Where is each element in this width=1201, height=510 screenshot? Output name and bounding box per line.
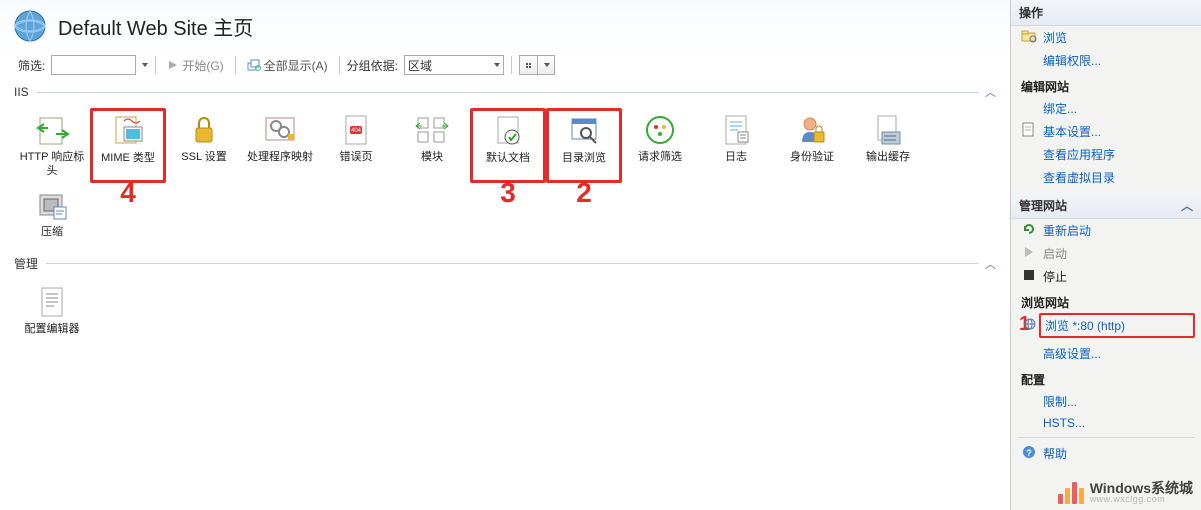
action-browse-80[interactable]: 1 浏览 *:80 (http)	[1039, 313, 1195, 338]
compression-icon	[34, 187, 70, 223]
config-editor-item[interactable]: 配置编辑器	[14, 280, 90, 341]
action-hsts[interactable]: HSTS...	[1011, 413, 1201, 433]
log-icon	[718, 112, 754, 148]
cache-icon	[870, 112, 906, 148]
restart-icon	[1021, 221, 1037, 237]
default-document-item[interactable]: 默认文档 3	[470, 108, 546, 183]
annotation-4: 4	[120, 177, 136, 209]
action-view-vdirs[interactable]: 查看虚拟目录	[1011, 166, 1201, 189]
action-view-apps[interactable]: 查看应用程序	[1011, 143, 1201, 166]
error-pages-item[interactable]: 404 错误页	[318, 108, 394, 183]
action-limits[interactable]: 限制...	[1011, 390, 1201, 413]
authentication-item[interactable]: 身份验证	[774, 108, 850, 183]
chevron-up-icon[interactable]: ︿	[1181, 197, 1193, 214]
group-by-select[interactable]: 区域	[404, 55, 504, 75]
view-dropdown-icon[interactable]	[538, 56, 555, 74]
dir-browse-icon	[566, 113, 602, 149]
play-icon	[1021, 244, 1037, 260]
modules-icon	[414, 112, 450, 148]
action-help[interactable]: ? 帮助	[1011, 442, 1201, 465]
folder-open-icon	[1021, 28, 1037, 44]
default-doc-icon	[490, 113, 526, 149]
toolbar: 筛选: 开始(G) 全部显示(A) 分组依据: 区域	[0, 52, 1010, 80]
side-title-config: 配置	[1011, 365, 1201, 390]
http-response-headers-item[interactable]: HTTP 响应标头	[14, 108, 90, 183]
collapse-icon[interactable]: ︿	[985, 256, 996, 272]
annotation-3: 3	[500, 177, 516, 209]
globe-icon	[12, 8, 48, 44]
actions-panel: 操作 浏览 编辑权限... 编辑网站 绑定... 基本设置... 查看应用程序 …	[1010, 0, 1201, 510]
config-editor-icon	[34, 284, 70, 320]
side-title-edit-site: 编辑网站	[1011, 72, 1201, 97]
group-by-label: 分组依据:	[347, 57, 400, 74]
stop-icon	[1021, 267, 1037, 283]
directory-browsing-item[interactable]: 目录浏览 2	[546, 108, 622, 183]
mime-types-item[interactable]: MIME 类型 4	[90, 108, 166, 183]
action-stop[interactable]: 停止	[1011, 265, 1201, 288]
show-all-button[interactable]: 全部显示(A)	[243, 55, 332, 75]
error-icon: 404	[338, 112, 374, 148]
main-content-panel: Default Web Site 主页 筛选: 开始(G) 全部显示(A) 分组…	[0, 0, 1010, 510]
side-title-browse-site: 浏览网站	[1011, 288, 1201, 313]
watermark-logo-icon	[1058, 482, 1084, 504]
filter-icon	[642, 112, 678, 148]
browse-icon	[1023, 317, 1037, 334]
view-toggle[interactable]	[519, 55, 555, 75]
watermark: Windows系统城 www.wxclgg.com	[1058, 481, 1193, 504]
action-basic-settings[interactable]: 基本设置...	[1011, 120, 1201, 143]
filter-input[interactable]	[51, 55, 136, 75]
action-start[interactable]: 启动	[1011, 242, 1201, 265]
filter-label: 筛选:	[18, 57, 47, 74]
logging-item[interactable]: 日志	[698, 108, 774, 183]
auth-icon	[794, 112, 830, 148]
filter-dropdown-icon[interactable]	[142, 63, 148, 67]
http-headers-icon	[34, 112, 70, 148]
page-title: Default Web Site 主页	[58, 12, 253, 41]
annotation-2: 2	[576, 177, 592, 209]
action-explore[interactable]: 浏览	[1011, 26, 1201, 49]
go-icon	[167, 59, 179, 71]
iis-section: IIS ︿ HTTP 响应标头 MIME 类型 4	[0, 80, 1010, 251]
iis-icons-grid: HTTP 响应标头 MIME 类型 4 SSL 设置 处理程序映射	[14, 104, 996, 251]
action-restart[interactable]: 重新启动	[1011, 219, 1201, 242]
page-header: Default Web Site 主页	[0, 0, 1010, 52]
lock-icon	[186, 112, 222, 148]
help-icon: ?	[1021, 444, 1037, 460]
handler-mappings-item[interactable]: 处理程序映射	[242, 108, 318, 183]
modules-item[interactable]: 模块	[394, 108, 470, 183]
iis-section-header[interactable]: IIS ︿	[14, 84, 996, 100]
compression-item[interactable]: 压缩	[14, 183, 90, 244]
action-bindings[interactable]: 绑定...	[1011, 97, 1201, 120]
handler-icon	[262, 112, 298, 148]
ssl-settings-item[interactable]: SSL 设置	[166, 108, 242, 183]
svg-text:404: 404	[351, 128, 362, 134]
action-advanced-settings[interactable]: 高级设置...	[1011, 342, 1201, 365]
actions-panel-header: 操作	[1011, 0, 1201, 26]
svg-text:?: ?	[1026, 448, 1032, 458]
collapse-icon[interactable]: ︿	[985, 84, 996, 100]
document-icon	[1021, 122, 1037, 138]
management-section: 管理 ︿ 配置编辑器	[0, 251, 1010, 349]
output-caching-item[interactable]: 输出缓存	[850, 108, 926, 183]
dropdown-icon	[494, 63, 500, 67]
grid-view-icon[interactable]	[520, 56, 537, 74]
action-edit-permissions[interactable]: 编辑权限...	[1011, 49, 1201, 72]
request-filtering-item[interactable]: 请求筛选	[622, 108, 698, 183]
management-section-header[interactable]: 管理 ︿	[14, 255, 996, 272]
start-button[interactable]: 开始(G)	[163, 55, 227, 75]
manage-site-header: 管理网站 ︿	[1011, 193, 1201, 219]
mime-icon	[110, 113, 146, 149]
show-all-icon	[247, 59, 261, 71]
